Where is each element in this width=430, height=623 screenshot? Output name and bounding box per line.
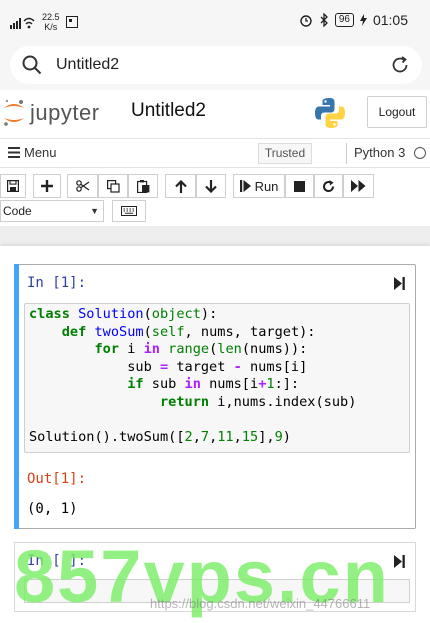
restart-icon xyxy=(323,179,335,192)
command-palette-button[interactable] xyxy=(112,200,146,222)
restart-run-all-button[interactable] xyxy=(343,174,374,198)
menu-label: Menu xyxy=(24,145,57,160)
restart-button[interactable] xyxy=(314,174,343,198)
cell-type-value: Code xyxy=(3,204,32,218)
insert-cell-button[interactable] xyxy=(33,174,61,198)
stop-icon xyxy=(294,180,305,192)
python-logo-icon xyxy=(315,98,345,128)
watermark-url: https://blog.csdn.net/weixin_44766611 xyxy=(150,596,371,611)
kernel-divider xyxy=(346,143,347,164)
trusted-indicator[interactable]: Trusted xyxy=(258,143,312,164)
jupyter-logo[interactable]: jupyter xyxy=(2,98,100,128)
bluetooth-icon xyxy=(320,13,328,27)
address-field[interactable]: Untitled2 xyxy=(10,46,422,84)
run-button[interactable]: Run xyxy=(233,174,285,198)
notebook-title[interactable]: Untitled2 xyxy=(131,100,206,122)
charging-icon xyxy=(359,14,367,26)
save-icon xyxy=(7,180,19,192)
notification-icon xyxy=(65,16,78,28)
save-button[interactable] xyxy=(0,174,26,198)
clock: 01:05 xyxy=(372,12,408,28)
status-bar: 22.5 K/s 96 01:05 xyxy=(0,0,430,40)
output-prompt: Out[1]: xyxy=(27,471,87,487)
code-cell-selected[interactable]: In [1]: class Solution(object): def twoS… xyxy=(14,264,416,529)
paste-icon xyxy=(136,179,149,193)
move-up-button[interactable] xyxy=(165,174,196,198)
input-prompt: In [1]: xyxy=(27,275,87,291)
plus-icon xyxy=(41,180,53,192)
run-label: Run xyxy=(254,178,279,194)
cell-type-select[interactable]: Code ▼ xyxy=(0,200,104,222)
status-left: 22.5 K/s xyxy=(10,12,78,32)
chevron-down-icon: ▼ xyxy=(90,206,99,216)
cell-selection-bar xyxy=(14,264,19,529)
cell-output: (0, 1) xyxy=(27,501,78,517)
run-cell-icon[interactable] xyxy=(394,277,405,290)
paste-button[interactable] xyxy=(128,174,158,198)
status-right: 96 01:05 xyxy=(299,12,408,28)
move-down-button[interactable] xyxy=(196,174,226,198)
step-forward-icon xyxy=(239,180,251,192)
search-icon[interactable] xyxy=(22,55,42,75)
kernel-name[interactable]: Python 3 xyxy=(354,145,405,160)
copy-button[interactable] xyxy=(98,174,128,198)
fast-forward-icon xyxy=(351,180,366,192)
logout-button[interactable]: Logout xyxy=(367,96,427,128)
menu-button[interactable]: Menu xyxy=(8,145,57,160)
address-text[interactable]: Untitled2 xyxy=(56,56,119,74)
scissors-icon xyxy=(75,180,89,192)
copy-icon xyxy=(106,179,120,193)
code-editor[interactable]: class Solution(object): def twoSum(self,… xyxy=(24,303,410,453)
signal-icon xyxy=(10,17,35,29)
net-speed-value: 22.5 xyxy=(42,12,60,22)
cut-button[interactable] xyxy=(67,174,98,198)
browser-address-bar: Untitled2 xyxy=(0,40,430,90)
net-speed-unit: K/s xyxy=(44,22,58,32)
jupyter-logo-text: jupyter xyxy=(30,100,100,125)
phone-screen: 22.5 K/s 96 01:05 Untitled2 jupyter Unti… xyxy=(0,0,430,623)
battery-level: 96 xyxy=(334,13,354,27)
arrow-down-icon xyxy=(205,179,217,193)
keyboard-icon xyxy=(121,206,137,216)
notebook-toolbar: Run Code ▼ xyxy=(0,168,430,226)
jupyter-logo-icon xyxy=(4,99,24,126)
alarm-icon xyxy=(300,15,312,27)
run-cell-icon[interactable] xyxy=(394,555,405,568)
hamburger-icon xyxy=(8,147,20,158)
kernel-status-icon xyxy=(414,147,426,159)
reload-icon[interactable] xyxy=(390,55,410,75)
arrow-up-icon xyxy=(174,179,187,193)
menu-bar: Menu Trusted Python 3 xyxy=(0,138,430,168)
jupyter-header: jupyter Untitled2 Logout xyxy=(0,90,430,138)
code-text[interactable]: class Solution(object): def twoSum(self,… xyxy=(29,306,405,446)
net-speed: 22.5 K/s xyxy=(42,12,60,32)
interrupt-button[interactable] xyxy=(285,174,314,198)
